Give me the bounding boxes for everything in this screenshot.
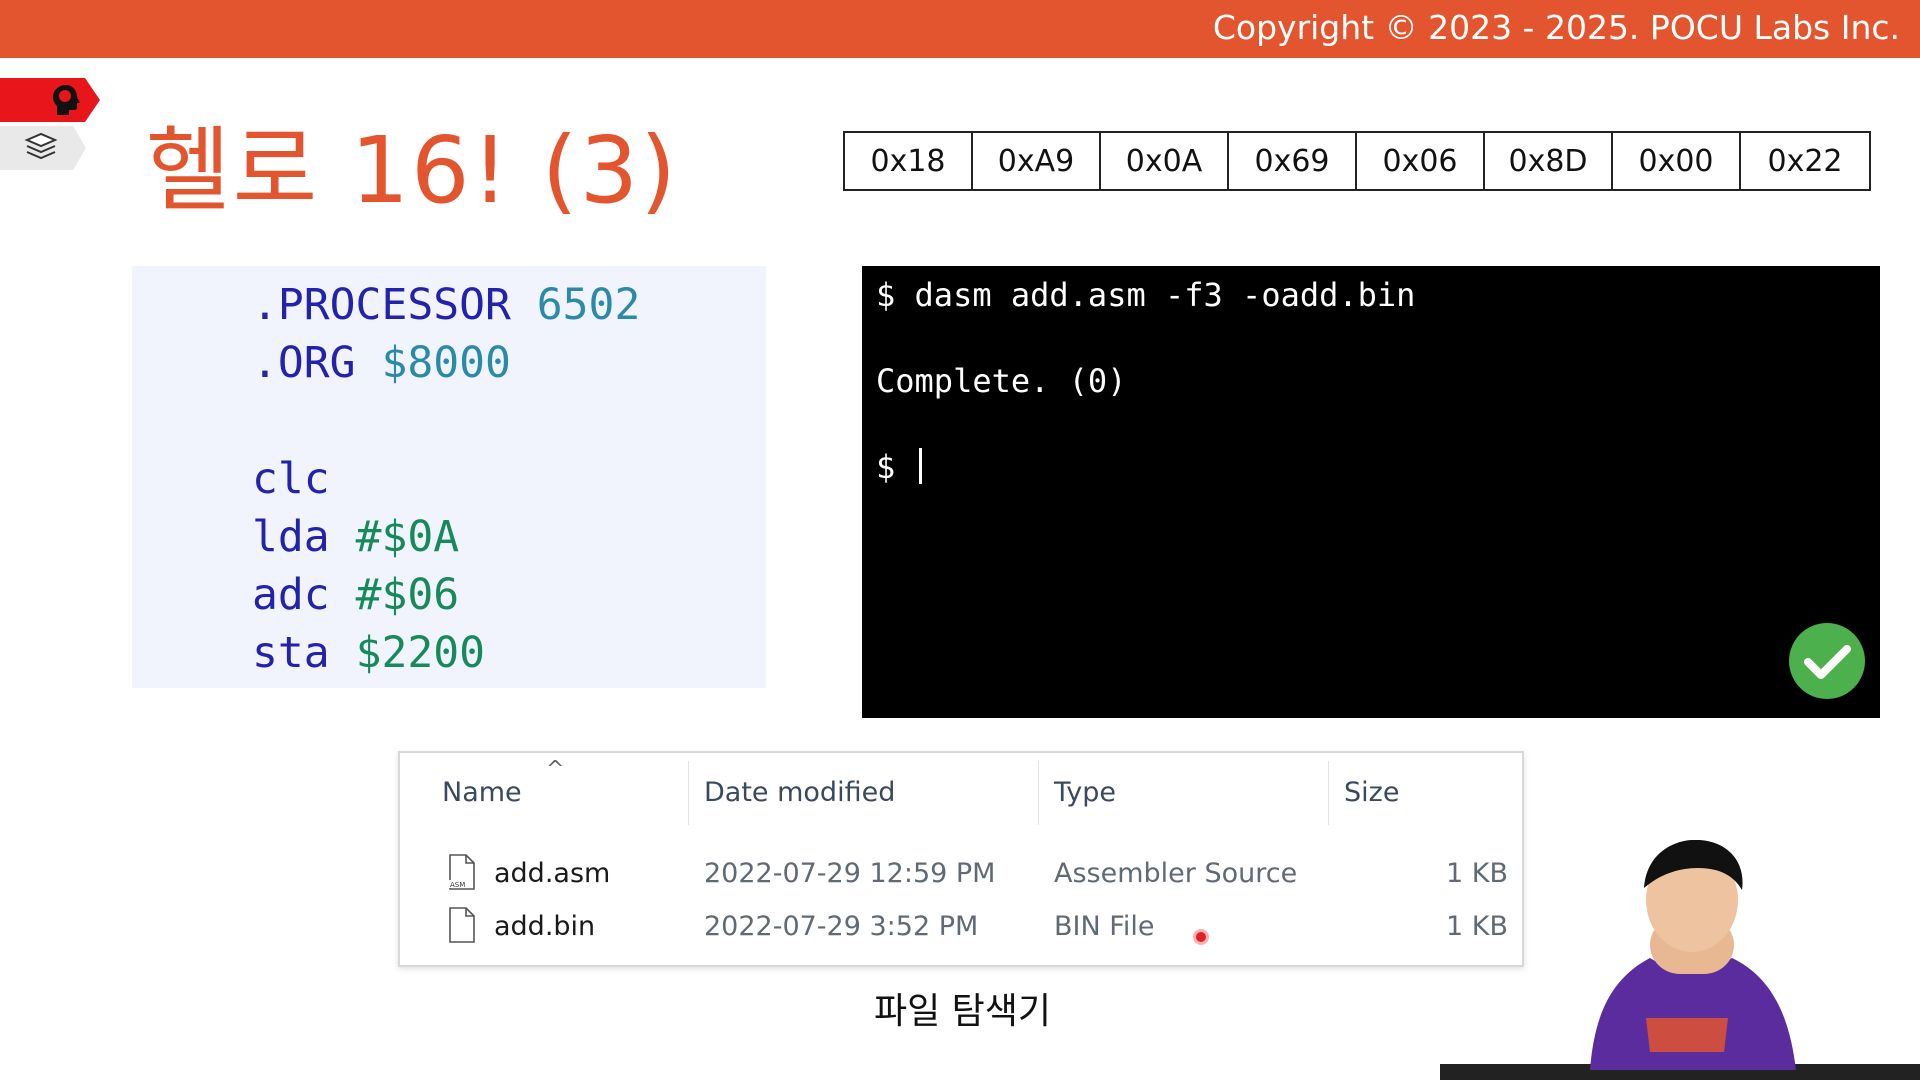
code-operand: #$06 [355, 570, 460, 620]
code-listing: .PROCESSOR 6502 .ORG $8000 clc lda #$0A … [252, 276, 640, 682]
code-block: .PROCESSOR 6502 .ORG $8000 clc lda #$0A … [132, 266, 766, 688]
column-divider[interactable] [688, 761, 689, 825]
terminal-prompt-line[interactable]: $ [876, 448, 922, 486]
file-type: BIN File [1054, 911, 1155, 942]
sort-ascending-icon: ^ [546, 757, 565, 782]
header-bar: Copyright © 2023 - 2025. POCU Labs Inc. [0, 0, 1920, 58]
byte-cell: 0x69 [1229, 133, 1357, 189]
explorer-caption: 파일 탐색기 [874, 991, 1052, 1032]
copyright-text: Copyright © 2023 - 2025. POCU Labs Inc. [1212, 8, 1900, 47]
file-explorer-list: ^ Name Date modified Type Size ASM add.a… [398, 751, 1524, 967]
column-header-date[interactable]: Date modified [704, 777, 895, 808]
code-opcode: sta [252, 628, 330, 678]
code-directive: .ORG [252, 338, 356, 388]
books-icon [24, 132, 58, 160]
terminal-prompt: $ [876, 448, 896, 486]
code-operand: $2200 [355, 628, 486, 678]
file-row[interactable]: ASM add.asm 2022-07-29 12:59 PM Assemble… [400, 850, 1522, 898]
sidebar-tab-books[interactable] [0, 126, 86, 170]
terminal-window[interactable]: $ dasm add.asm -f3 -oadd.bin Complete. (… [862, 266, 1880, 718]
column-divider[interactable] [1328, 761, 1329, 825]
sidebar-tab-head[interactable] [0, 78, 100, 122]
byte-cell: 0x00 [1613, 133, 1741, 189]
presenter-video [1440, 840, 1920, 1080]
file-date: 2022-07-29 3:52 PM [704, 911, 979, 942]
slide-title: 헬로 16! (3) [146, 117, 679, 224]
code-value: 6502 [536, 280, 641, 330]
head-icon [53, 85, 80, 115]
file-name: add.asm [494, 858, 611, 889]
terminal-output: Complete. (0) [876, 362, 1127, 400]
code-opcode: lda [252, 512, 330, 562]
byte-cell: 0x18 [845, 133, 973, 189]
file-type: Assembler Source [1054, 858, 1298, 889]
byte-cell: 0x0A [1101, 133, 1229, 189]
byte-cell: 0x06 [1357, 133, 1485, 189]
terminal-command: $ dasm add.asm -f3 -oadd.bin [876, 276, 1416, 314]
column-header-name[interactable]: Name [442, 777, 522, 808]
mouse-pointer-dot [1196, 932, 1206, 942]
blank-file-icon [449, 907, 475, 943]
svg-text:ASM: ASM [450, 881, 465, 889]
check-circle-icon [1789, 623, 1865, 699]
code-operand: #$0A [355, 512, 460, 562]
code-value: $8000 [381, 338, 511, 388]
column-header-size[interactable]: Size [1344, 777, 1399, 808]
code-opcode: adc [252, 570, 330, 620]
column-header-type[interactable]: Type [1054, 777, 1116, 808]
file-row[interactable]: add.bin 2022-07-29 3:52 PM BIN File 1 KB [400, 903, 1522, 951]
byte-cell: 0x22 [1767, 143, 1843, 179]
byte-cell: 0xA9 [973, 133, 1101, 189]
column-divider[interactable] [1038, 761, 1039, 825]
file-date: 2022-07-29 12:59 PM [704, 858, 996, 889]
byte-cell: 0x8D [1485, 133, 1613, 189]
asm-file-icon: ASM [449, 854, 475, 890]
code-directive: .PROCESSOR [252, 280, 511, 330]
text-cursor [918, 448, 922, 484]
code-opcode: clc [252, 454, 330, 504]
file-name: add.bin [494, 911, 596, 942]
byte-table: 0x18 0xA9 0x0A 0x69 0x06 0x8D 0x00 0x22 [843, 131, 1871, 191]
